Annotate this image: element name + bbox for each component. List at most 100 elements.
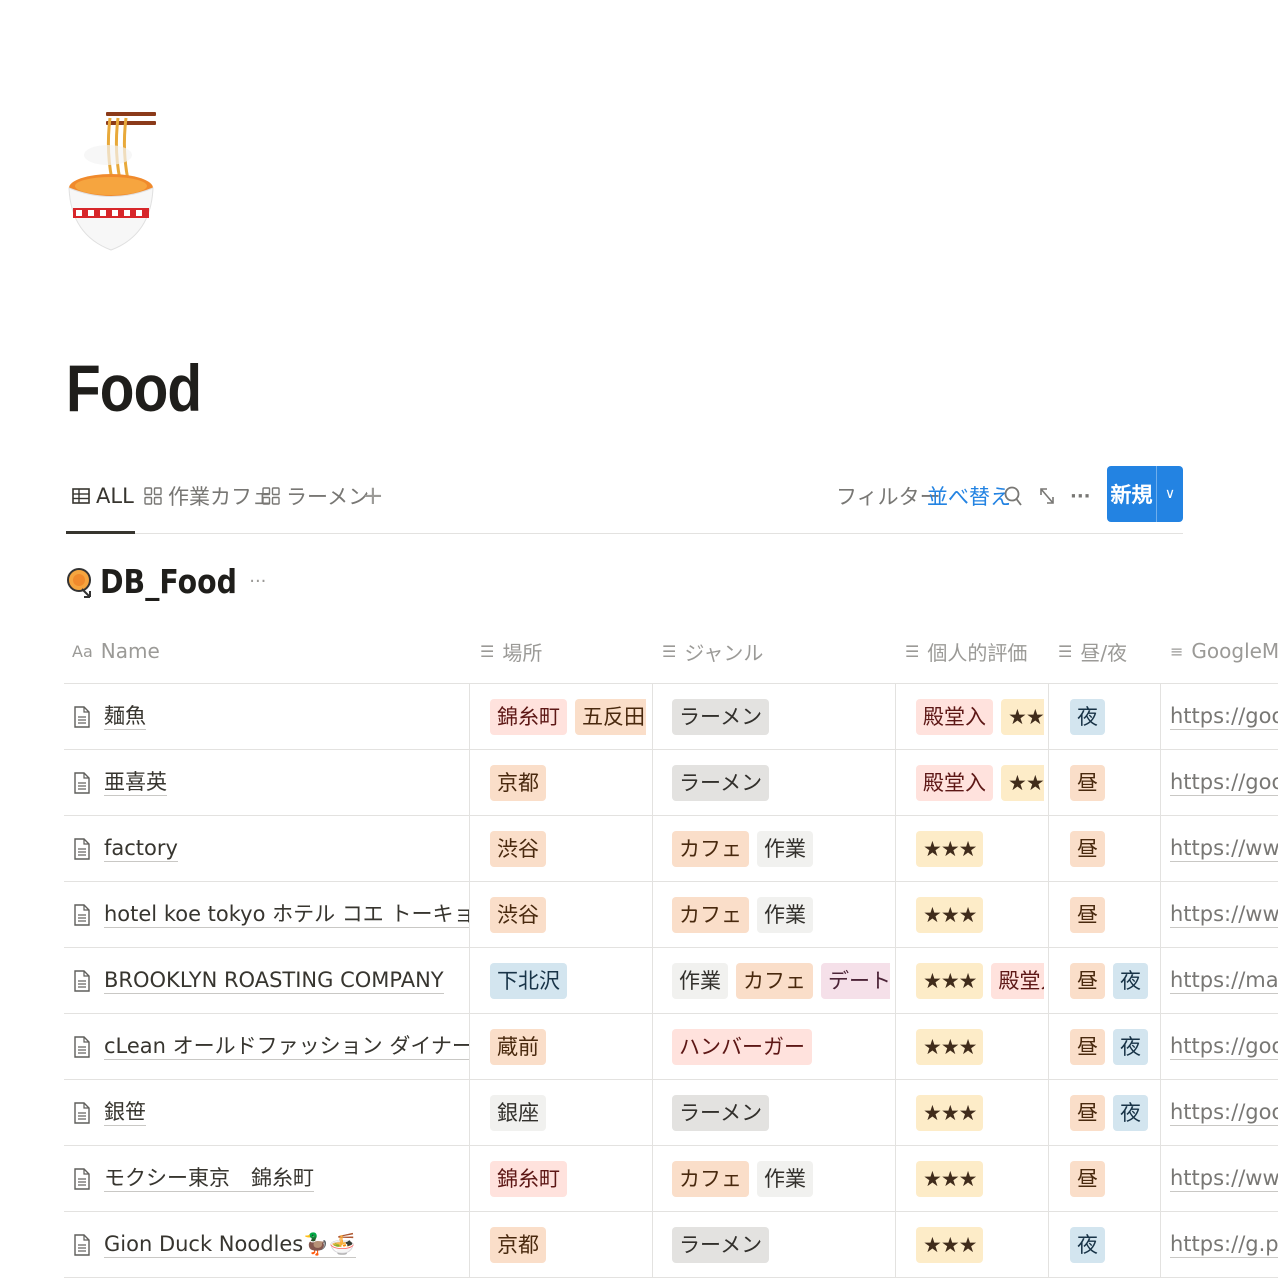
- table-row[interactable]: 亜喜英 京都 ラーメン 殿堂入★★★ 昼 https://goo.gl/m: [64, 750, 1278, 816]
- name-cell[interactable]: モクシー東京 錦糸町: [74, 1146, 469, 1212]
- place-cell[interactable]: 錦糸町: [490, 1146, 646, 1212]
- googlemap-link[interactable]: https://g.page/: [1170, 1232, 1278, 1259]
- row-title[interactable]: モクシー東京 錦糸町: [104, 1166, 314, 1193]
- googlemap-cell[interactable]: https://maps.ap: [1170, 948, 1278, 1014]
- time-cell[interactable]: 昼夜: [1070, 948, 1156, 1014]
- column-header-genre[interactable]: ☰ ジャンル: [662, 618, 892, 684]
- rating-cell[interactable]: 殿堂入★★★: [916, 684, 1044, 750]
- chevron-down-icon[interactable]: ∨: [1157, 486, 1183, 502]
- table-row[interactable]: hotel koe tokyo ホテル コエ トーキョー 渋谷 カフェ 作業 ★★★ 昼 h…: [64, 882, 1278, 948]
- new-button-label[interactable]: 新規: [1107, 466, 1157, 522]
- googlemap-cell[interactable]: https://goo.gl/m: [1170, 684, 1278, 750]
- name-cell[interactable]: 亜喜英: [74, 750, 469, 816]
- rating-cell[interactable]: ★★★: [916, 1014, 1044, 1080]
- table-row[interactable]: cLean オールドファッション ダイナー 蔵前 ハンバーガー ★★★ 昼夜 https:…: [64, 1014, 1278, 1080]
- table-row[interactable]: 麺魚 錦糸町五反田ラーメン 殿堂入★★★ 夜 https://goo.gl/m: [64, 684, 1278, 750]
- rating-cell[interactable]: 殿堂入★★★: [916, 750, 1044, 816]
- filter-button[interactable]: フィルター: [836, 478, 941, 514]
- add-view-button[interactable]: +: [362, 478, 384, 514]
- googlemap-link[interactable]: https://www.go: [1170, 902, 1278, 929]
- ramen-bowl-icon[interactable]: [66, 110, 166, 255]
- googlemap-link[interactable]: https://goo.gl/m: [1170, 770, 1278, 797]
- table-row[interactable]: factory 渋谷 カフェ作業 ★★★ 昼 https://www.go: [64, 816, 1278, 882]
- search-button[interactable]: [1004, 478, 1024, 514]
- googlemap-cell[interactable]: https://goo.gl/m: [1170, 1014, 1278, 1080]
- table-row[interactable]: モクシー東京 錦糸町 錦糸町 カフェ作業 ★★★ 昼 https://www.go: [64, 1146, 1278, 1212]
- name-cell[interactable]: hotel koe tokyo ホテル コエ トーキョー: [74, 882, 469, 948]
- genre-cell[interactable]: カフェ 作業: [672, 882, 890, 948]
- row-title[interactable]: 銀笹: [104, 1100, 146, 1127]
- genre-cell[interactable]: ラーメン: [672, 684, 890, 750]
- place-cell[interactable]: 渋谷: [490, 816, 646, 882]
- row-title[interactable]: cLean オールドファッション ダイナー: [104, 1034, 469, 1061]
- genre-cell[interactable]: 作業カフェデート一人: [672, 948, 890, 1014]
- table-row[interactable]: 銀笹 銀座 ラーメン ★★★ 昼夜 https://goo.gl/m: [64, 1080, 1278, 1146]
- googlemap-cell[interactable]: https://goo.gl/m: [1170, 750, 1278, 816]
- row-title[interactable]: BROOKLYN ROASTING COMPANY: [104, 968, 444, 995]
- genre-cell[interactable]: カフェ 作業: [672, 1146, 890, 1212]
- column-header-rating[interactable]: ☰ 個人的評価: [905, 618, 1045, 684]
- sort-button[interactable]: 並べ替え: [927, 478, 1011, 514]
- more-icon[interactable]: ···: [249, 571, 266, 592]
- name-cell[interactable]: factory: [74, 816, 469, 882]
- genre-cell[interactable]: ラーメン: [672, 750, 890, 816]
- time-cell[interactable]: 昼: [1070, 882, 1156, 948]
- tab-work-cafe[interactable]: 作業カフェ: [144, 478, 273, 514]
- genre-cell[interactable]: ハンバーガー: [672, 1014, 890, 1080]
- time-cell[interactable]: 昼夜: [1070, 1080, 1156, 1146]
- table-row[interactable]: Gion Duck Noodles🦆🍜 京都 ラーメン ★★★ 夜 https://g.p…: [64, 1212, 1278, 1278]
- place-cell[interactable]: 京都: [490, 750, 646, 816]
- row-title[interactable]: hotel koe tokyo ホテル コエ トーキョー: [104, 902, 469, 929]
- row-title[interactable]: 麺魚: [104, 704, 146, 731]
- rating-cell[interactable]: ★★★: [916, 1080, 1044, 1146]
- googlemap-link[interactable]: https://goo.gl/m: [1170, 704, 1278, 731]
- time-cell[interactable]: 昼夜: [1070, 1014, 1156, 1080]
- googlemap-cell[interactable]: https://www.go: [1170, 882, 1278, 948]
- rating-cell[interactable]: ★★★: [916, 1212, 1044, 1278]
- rating-cell[interactable]: ★★★: [916, 882, 1044, 948]
- googlemap-cell[interactable]: https://www.go: [1170, 816, 1278, 882]
- place-cell[interactable]: 下北沢: [490, 948, 646, 1014]
- genre-cell[interactable]: カフェ 作業: [672, 816, 890, 882]
- genre-cell[interactable]: ラーメン: [672, 1080, 890, 1146]
- name-cell[interactable]: cLean オールドファッション ダイナー: [74, 1014, 469, 1080]
- expand-button[interactable]: [1038, 478, 1056, 514]
- googlemap-link[interactable]: https://maps.ap: [1170, 968, 1278, 995]
- row-title[interactable]: Gion Duck Noodles🦆🍜: [104, 1232, 356, 1259]
- time-cell[interactable]: 昼: [1070, 816, 1156, 882]
- place-cell[interactable]: 京都: [490, 1212, 646, 1278]
- rating-cell[interactable]: ★★★: [916, 816, 1044, 882]
- googlemap-cell[interactable]: https://goo.gl/m: [1170, 1080, 1278, 1146]
- time-cell[interactable]: 夜: [1070, 1212, 1156, 1278]
- googlemap-link[interactable]: https://goo.gl/m: [1170, 1100, 1278, 1127]
- googlemap-link[interactable]: https://goo.gl/m: [1170, 1034, 1278, 1061]
- genre-cell[interactable]: ラーメン: [672, 1212, 890, 1278]
- googlemap-cell[interactable]: https://g.page/: [1170, 1212, 1278, 1278]
- googlemap-cell[interactable]: https://www.go: [1170, 1146, 1278, 1212]
- table-row[interactable]: BROOKLYN ROASTING COMPANY 下北沢 作業カフェデート一人 ★★…: [64, 948, 1278, 1014]
- time-cell[interactable]: 昼: [1070, 750, 1156, 816]
- column-header-name[interactable]: Aa Name: [72, 618, 467, 684]
- column-header-time[interactable]: ☰ 昼/夜: [1058, 618, 1158, 684]
- tab-ramen[interactable]: ラーメン: [262, 478, 369, 514]
- column-header-googlemap[interactable]: ≡ GoogleMap: [1170, 618, 1278, 684]
- name-cell[interactable]: 銀笹: [74, 1080, 469, 1146]
- database-title[interactable]: DB_Food ···: [66, 562, 266, 601]
- time-cell[interactable]: 夜: [1070, 684, 1156, 750]
- tab-all[interactable]: ALL: [72, 478, 134, 514]
- place-cell[interactable]: 渋谷: [490, 882, 646, 948]
- name-cell[interactable]: BROOKLYN ROASTING COMPANY: [74, 948, 469, 1014]
- time-cell[interactable]: 昼: [1070, 1146, 1156, 1212]
- new-button[interactable]: 新規 ∨: [1107, 466, 1183, 522]
- row-title[interactable]: factory: [104, 836, 178, 863]
- place-cell[interactable]: 銀座: [490, 1080, 646, 1146]
- row-title[interactable]: 亜喜英: [104, 770, 167, 797]
- name-cell[interactable]: Gion Duck Noodles🦆🍜: [74, 1212, 469, 1278]
- page-title[interactable]: Food: [66, 350, 202, 426]
- rating-cell[interactable]: ★★★殿堂入: [916, 948, 1044, 1014]
- place-cell[interactable]: 錦糸町 五反田: [490, 684, 646, 750]
- googlemap-link[interactable]: https://www.go: [1170, 836, 1278, 863]
- place-cell[interactable]: 蔵前: [490, 1014, 646, 1080]
- name-cell[interactable]: 麺魚: [74, 684, 469, 750]
- rating-cell[interactable]: ★★★: [916, 1146, 1044, 1212]
